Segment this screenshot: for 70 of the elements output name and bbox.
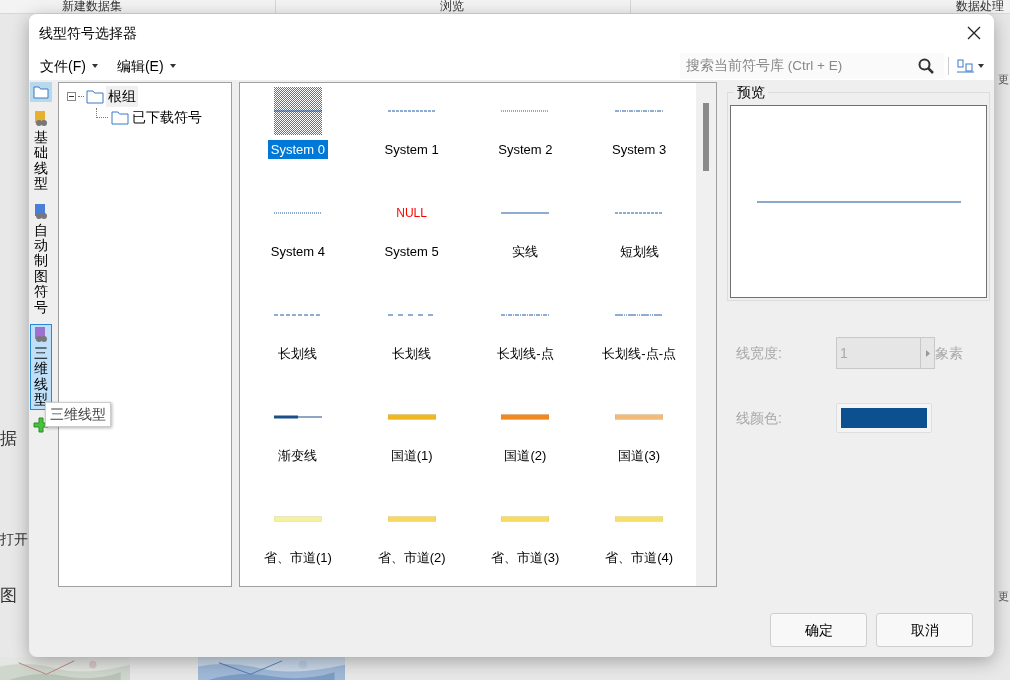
library-tab[interactable]: [30, 82, 52, 102]
search-icon: [918, 58, 934, 74]
toolbar-label[interactable]: 新建数据集: [0, 0, 275, 13]
symbol-item[interactable]: System 0: [241, 84, 355, 186]
search-field[interactable]: 搜索当前符号库 (Ctrl + E): [680, 53, 944, 79]
symbol-item[interactable]: 国道(2): [468, 390, 583, 492]
symbol-item[interactable]: 长划线-点: [468, 288, 583, 390]
menu-item[interactable]: 文件(F): [29, 55, 106, 77]
group-title: 预览: [734, 84, 768, 100]
symbol-item[interactable]: 长划线-点-点: [582, 288, 697, 390]
tab-label: 自动制图符号: [34, 222, 48, 315]
folder-icon: [33, 85, 49, 99]
road-line-symbol: [501, 411, 550, 423]
symbol-item[interactable]: 省、市道(4): [582, 492, 697, 586]
road-line-symbol: [501, 513, 550, 525]
caret-icon: [978, 64, 984, 68]
add-button[interactable]: [32, 416, 50, 435]
tooltip: 三维线型: [45, 402, 111, 427]
menu-item[interactable]: 编辑(E): [105, 55, 184, 77]
background-text: 更: [998, 74, 1009, 85]
unit-label: 象素: [935, 343, 963, 363]
library-tab[interactable]: 基础线型: [30, 108, 52, 195]
road-line-symbol: [387, 513, 436, 525]
null-symbol: NULL: [396, 207, 427, 219]
symbol-item[interactable]: 渐变线: [241, 390, 355, 492]
dialog-button[interactable]: 确定: [770, 613, 867, 647]
field-label: 线颜色:: [736, 408, 783, 428]
view-icon: [957, 59, 975, 73]
folder-icon: [86, 89, 104, 104]
dialog-button[interactable]: 取消: [876, 613, 973, 647]
road-line-symbol: [273, 513, 322, 525]
symbol-item[interactable]: 省、市道(2): [354, 492, 469, 586]
road-line-symbol: [615, 513, 664, 525]
road-line-symbol: [615, 411, 664, 423]
tree-item[interactable]: 已下载符号: [132, 107, 202, 128]
folder-icon: [111, 110, 129, 125]
symbol-item[interactable]: 长划线: [354, 288, 469, 390]
symbol-item[interactable]: 短划线: [582, 186, 697, 288]
toolbar-label[interactable]: 浏览: [275, 0, 630, 13]
tab-label: 基础线型: [34, 130, 48, 192]
library-tab[interactable]: 自动制图符号: [30, 200, 52, 318]
background-text: 据: [0, 430, 18, 447]
tree-item[interactable]: 根组: [106, 86, 138, 107]
field-label: 线宽度:: [736, 343, 783, 363]
background-text: 图: [0, 587, 17, 604]
scrollbar[interactable]: [696, 83, 716, 586]
symbol-item[interactable]: 实线: [468, 186, 583, 288]
spin-arrow-icon: [925, 349, 930, 357]
symbol-item[interactable]: System 2: [468, 84, 583, 186]
symbol-item[interactable]: 长划线: [241, 288, 355, 390]
symbol-item[interactable]: 省、市道(3): [468, 492, 583, 586]
symbol-item[interactable]: NULL System 5: [354, 186, 469, 288]
symbol-item[interactable]: 国道(3): [582, 390, 697, 492]
close-icon: [967, 26, 981, 40]
symbol-item[interactable]: System 4: [241, 186, 355, 288]
symbol-item[interactable]: 省、市道(1): [241, 492, 355, 586]
window-title: 线型符号选择器: [39, 23, 138, 43]
toolbar-label[interactable]: 数据处理: [630, 0, 1010, 13]
plus-icon: [33, 417, 49, 434]
caret-icon: [91, 64, 98, 68]
background-text: 更: [998, 591, 1009, 602]
background-text: 打开: [0, 532, 28, 546]
tab-label: 三维线型: [34, 345, 48, 408]
road-line-symbol: [387, 411, 436, 423]
symbol-item[interactable]: 国道(1): [354, 390, 469, 492]
symbol-item[interactable]: System 1: [354, 84, 469, 186]
library-tab[interactable]: 三维线型: [30, 323, 52, 411]
symbol-item[interactable]: System 3: [582, 84, 697, 186]
caret-icon: [169, 64, 176, 68]
collapse-toggle[interactable]: [67, 92, 76, 101]
